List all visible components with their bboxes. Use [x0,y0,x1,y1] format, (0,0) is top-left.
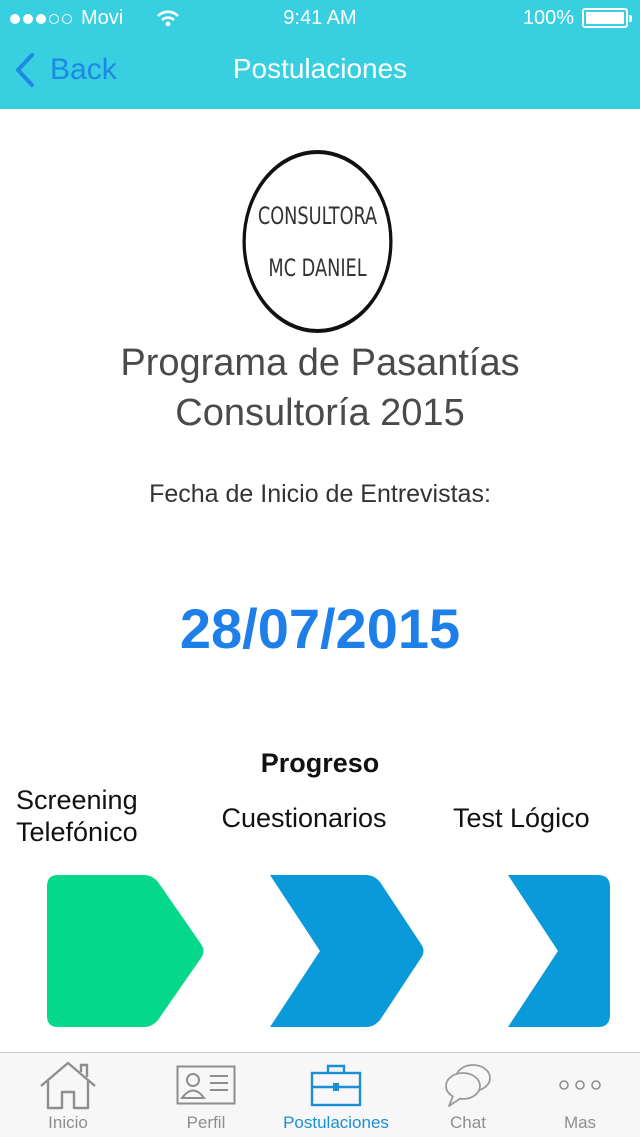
program-title: Programa de Pasantías Consultoría 2015 [0,338,640,438]
tab-bar: Inicio Perfil Postulaciones Chat Mas [0,1052,640,1137]
tab-chat-label: Chat [450,1113,486,1132]
tab-postulaciones[interactable]: Postulaciones [276,1053,396,1137]
program-title-line1: Programa de Pasantías [120,342,520,384]
battery-icon [582,8,632,28]
page-title: Postulaciones [232,53,408,84]
home-icon [40,1061,96,1110]
logo-line2: MC DANIEL [268,253,367,282]
interview-start-date: 28/07/2015 [179,597,461,660]
tab-inicio[interactable]: Inicio [8,1053,128,1137]
briefcase-icon [310,1064,362,1107]
program-title-line2: Consultoría 2015 [175,392,465,434]
step-label-test-logico: Test Lógico [453,803,590,833]
tab-perfil-label: Perfil [186,1113,226,1132]
logo-line1: CONSULTORA [257,201,378,230]
tab-mas-label: Mas [563,1113,597,1132]
navigation-header: Movi 9:41 AM 100% Back Postulaciones [0,0,640,109]
battery-percent: 100% [522,7,574,29]
company-logo: CONSULTORA MC DANIEL [242,150,393,333]
tab-chat[interactable]: Chat [408,1053,528,1137]
interview-start-label: Fecha de Inicio de Entrevistas: [149,480,491,508]
profile-card-icon [176,1065,236,1105]
more-dots-icon [559,1080,601,1090]
step-screening-shape[interactable] [46,874,206,1028]
step-test-logico-shape[interactable] [506,874,612,1028]
chat-bubbles-icon [445,1064,491,1107]
tab-inicio-label: Inicio [48,1113,88,1132]
tab-perfil[interactable]: Perfil [146,1053,266,1137]
tab-postulaciones-label: Postulaciones [283,1113,389,1132]
progress-heading: Progreso [260,748,380,778]
status-right: 100% [522,6,632,30]
tab-mas[interactable]: Mas [520,1053,640,1137]
step-cuestionarios-shape[interactable] [268,874,426,1028]
